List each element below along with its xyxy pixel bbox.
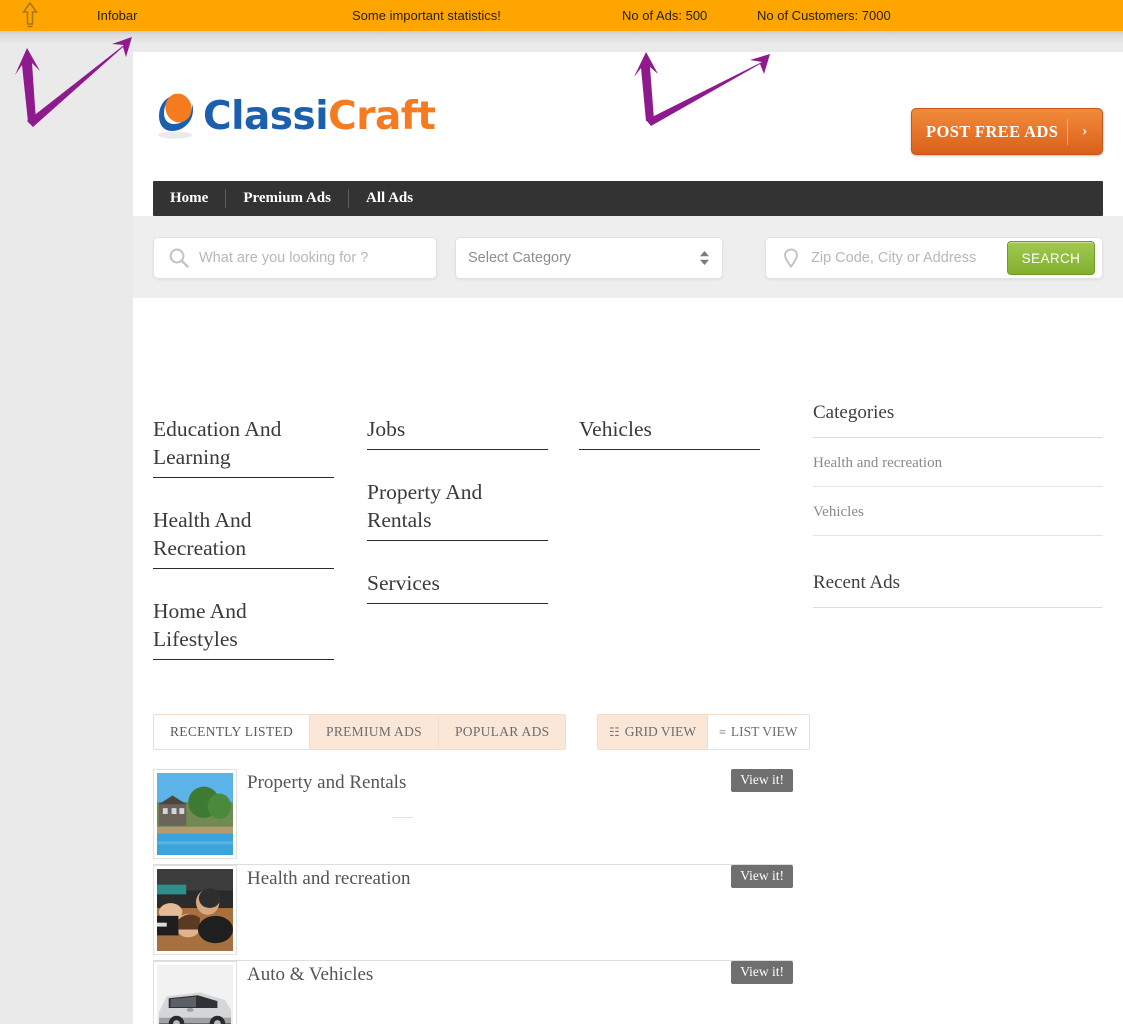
listing-title[interactable]: Auto & Vehicles [247, 964, 373, 986]
site-container: ClassiCraft POST FREE ADS › Home Premium… [133, 52, 1123, 1024]
sidebar-recent-ads-title: Recent Ads [813, 572, 1103, 608]
category-education-and-learning[interactable]: Education And Learning [153, 415, 334, 478]
list-view-label: LIST VIEW [730, 724, 798, 739]
listing-title[interactable]: Health and recreation [247, 868, 411, 890]
category-property-and-rentals[interactable]: Property And Rentals [367, 478, 548, 541]
main-navigation: Home Premium Ads All Ads [153, 181, 1103, 216]
logo-text-primary: Classi [203, 93, 329, 139]
search-band: What are you looking for ? Select Catego… [133, 216, 1123, 298]
logo-text-secondary: Craft [328, 93, 436, 139]
category-select[interactable]: Select Category [455, 237, 723, 279]
category-column-2: Jobs Property And Rentals Services [367, 415, 579, 688]
sidebar: Categories Health and recreation Vehicle… [813, 402, 1103, 608]
keyword-search-field[interactable]: What are you looking for ? [153, 237, 437, 279]
category-select-value: Select Category [468, 250, 572, 266]
category-column-1: Education And Learning Health And Recrea… [153, 415, 367, 688]
list-view-icon: ≡ [719, 725, 726, 739]
location-search-field[interactable]: Zip Code, City or Address SEARCH [765, 237, 1103, 279]
post-free-ads-button[interactable]: POST FREE ADS › [911, 108, 1103, 155]
infobar: Infobar Some important statistics! No of… [0, 0, 1123, 31]
listing-row: Health and recreation View it! [153, 865, 793, 961]
category-services[interactable]: Services [367, 569, 548, 604]
list-view-button[interactable]: ≡ LIST VIEW [708, 715, 809, 749]
logo-wordmark: ClassiCraft [203, 93, 436, 139]
grid-view-label: GRID VIEW [624, 724, 697, 739]
infobar-stats-text: Some important statistics! [352, 8, 501, 23]
updown-spinner-icon [699, 248, 710, 268]
category-column-3: Vehicles [579, 415, 793, 688]
classicraft-logo-icon [153, 90, 197, 142]
listing-title[interactable]: Property and Rentals [247, 772, 406, 794]
infobar-ads-count: No of Ads: 500 [622, 8, 708, 23]
view-it-button[interactable]: View it! [731, 961, 793, 984]
site-logo[interactable]: ClassiCraft [153, 90, 436, 142]
view-toggle: ☷ GRID VIEW ≡ LIST VIEW [597, 714, 810, 750]
category-home-and-lifestyles[interactable]: Home And Lifestyles [153, 597, 334, 660]
map-pin-icon [780, 247, 802, 269]
category-jobs[interactable]: Jobs [367, 415, 548, 450]
search-icon [168, 247, 190, 269]
up-arrow-icon [21, 1, 39, 29]
infobar-label: Infobar [97, 8, 138, 23]
people-exercising-photo [157, 869, 233, 951]
tab-popular-ads[interactable]: POPULAR ADS [438, 715, 566, 749]
nav-item-premium-ads[interactable]: Premium Ads [226, 181, 348, 216]
silver-car-photo [157, 965, 233, 1024]
post-free-ads-label: POST FREE ADS [926, 121, 1059, 141]
listing-tabs: RECENTLY LISTED PREMIUM ADS POPULAR ADS [153, 714, 567, 750]
listing-row: Auto & Vehicles View it! [153, 961, 793, 1024]
location-search-placeholder: Zip Code, City or Address [811, 250, 977, 266]
listing-placeholder-dash [392, 817, 413, 818]
listing-thumbnail[interactable] [153, 769, 237, 859]
chevron-right-icon: › [1082, 123, 1088, 139]
listing-thumbnail[interactable] [153, 865, 237, 955]
tab-recently-listed[interactable]: RECENTLY LISTED [154, 715, 311, 749]
listing-thumbnail[interactable] [153, 961, 237, 1024]
nav-item-all-ads[interactable]: All Ads [349, 181, 430, 216]
category-grid: Education And Learning Health And Recrea… [153, 415, 793, 688]
sidebar-item-health-and-recreation[interactable]: Health and recreation [813, 438, 1103, 487]
nav-item-home[interactable]: Home [153, 181, 225, 216]
view-it-button[interactable]: View it! [731, 865, 793, 888]
listing-list: Property and Rentals View it! Health and… [153, 769, 793, 1024]
keyword-search-placeholder: What are you looking for ? [199, 250, 369, 266]
property-house-lake-photo [157, 773, 233, 855]
search-button[interactable]: SEARCH [1007, 241, 1095, 275]
site-header: ClassiCraft POST FREE ADS › [133, 52, 1123, 174]
grid-view-button[interactable]: ☷ GRID VIEW [598, 715, 709, 749]
page-canvas: ClassiCraft POST FREE ADS › Home Premium… [0, 43, 1123, 1024]
sidebar-categories-title: Categories [813, 402, 1103, 438]
tab-premium-ads[interactable]: PREMIUM ADS [310, 715, 439, 749]
sidebar-item-vehicles[interactable]: Vehicles [813, 487, 1103, 536]
view-it-button[interactable]: View it! [731, 769, 793, 792]
listing-row: Property and Rentals View it! [153, 769, 793, 865]
browser-chrome-shadow [0, 31, 1123, 43]
infobar-customers-count: No of Customers: 7000 [757, 8, 891, 23]
category-health-and-recreation[interactable]: Health And Recreation [153, 506, 334, 569]
category-vehicles[interactable]: Vehicles [579, 415, 761, 450]
grid-view-icon: ☷ [609, 725, 620, 739]
